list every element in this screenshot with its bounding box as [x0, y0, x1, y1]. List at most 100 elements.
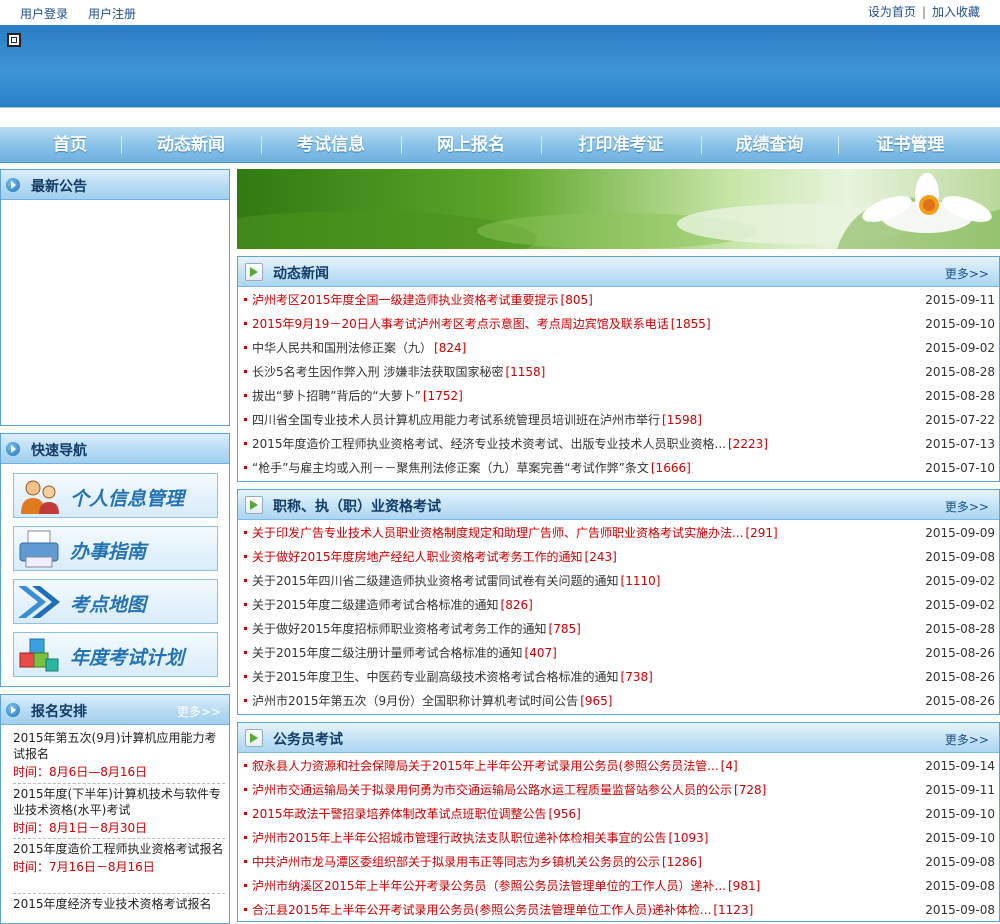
row-title[interactable]: 泸州市2015年上半年公招城市管理行政执法支队职位递补体检相关事宜的公告 [252, 831, 667, 845]
news-row[interactable]: 长沙5名考生因作弊入刑 涉嫌非法获取国家秘密 [1158] 2015-08-28 [244, 360, 995, 384]
personal-info-button[interactable]: 个人信息管理 [13, 473, 218, 518]
news-row[interactable]: 关于2015年四川省二级建造师执业资格考试雷同试卷有关问题的通知 [1110] 20… [244, 569, 995, 593]
guide-button[interactable]: 办事指南 [13, 526, 218, 571]
play-arrow-icon [245, 263, 263, 281]
news-row[interactable]: 拔出“萝卜招聘”背后的“大萝卜” [1752] 2015-08-28 [244, 384, 995, 408]
play-arrow-icon [245, 729, 263, 747]
row-date: 2015-09-10 [925, 807, 995, 821]
set-home-link[interactable]: 设为首页 [868, 5, 916, 19]
news-row[interactable]: 合江县2015年上半年公开考试录用公务员(参照公务员法管理单位工作人员)递补体检… [244, 898, 995, 922]
news-row[interactable]: 2015年政法干警招录培养体制改革试点班职位调整公告 [956] 2015-09-1… [244, 802, 995, 826]
news-row[interactable]: 中共泸州市龙马潭区委组织部关于拟录用韦正等同志为乡镇机关公务员的公示 [1286]… [244, 850, 995, 874]
schedule-item[interactable]: 2015年度(下半年)计算机技术与软件专业技术资格(水平)考试 时间：8月1日－… [13, 783, 225, 836]
annual-plan-button[interactable]: 年度考试计划 [13, 632, 218, 677]
nav-item-certificates[interactable]: 证书管理 [838, 127, 983, 163]
nav-item-news[interactable]: 动态新闻 [121, 127, 261, 163]
row-view-count: [1752] [422, 389, 463, 403]
row-title[interactable]: 关于做好2015年度房地产经纪人职业资格考试考务工作的通知 [252, 550, 583, 564]
bullet-icon [244, 812, 247, 815]
row-title[interactable]: 2015年政法干警招录培养体制改革试点班职位调整公告 [252, 807, 547, 821]
row-view-count: [4] [720, 759, 738, 773]
row-view-count: [1598] [662, 413, 702, 427]
schedule-item-time: 时间：8月1日－8月30日 [13, 821, 148, 835]
row-date: 2015-09-10 [925, 831, 995, 845]
civil-service-title: 公务员考试 [273, 732, 343, 748]
row-title[interactable]: 四川省全国专业技术人员计算机应用能力考试系统管理员培训班在泸州市举行 [252, 413, 660, 427]
row-title[interactable]: 中华人民共和国刑法修正案（九） [252, 341, 432, 355]
schedule-item-name: 2015年度(下半年)计算机技术与软件专业技术资格(水平)考试 [13, 787, 221, 817]
row-title[interactable]: 中共泸州市龙马潭区委组织部关于拟录用韦正等同志为乡镇机关公务员的公示 [252, 855, 660, 869]
news-row[interactable]: 关于做好2015年度招标师职业资格考试考务工作的通知 [785] 2015-08-2… [244, 617, 995, 641]
civil-service-header: 公务员考试 更多>> [238, 723, 999, 753]
exam-map-button[interactable]: 考点地图 [13, 579, 218, 624]
news-row[interactable]: 2015年9月19－20日人事考试泸州考区考点示意图、考点周边宾馆及联系电话 [1… [244, 312, 995, 336]
row-title[interactable]: “枪手”与雇主均或入刑－－聚焦刑法修正案（九）草案完善“考试作弊”条文 [252, 461, 649, 475]
nav-item-scores[interactable]: 成绩查询 [701, 127, 838, 163]
favorite-link[interactable]: 加入收藏 [932, 5, 980, 19]
bullet-icon [244, 466, 247, 469]
news-row[interactable]: 四川省全国专业技术人员计算机应用能力考试系统管理员培训班在泸州市举行 [1598]… [244, 408, 995, 432]
row-title[interactable]: 关于2015年度二级建造师考试合格标准的通知 [252, 598, 499, 612]
bullet-icon [244, 298, 247, 301]
row-title[interactable]: 关于2015年度卫生、中医药专业副高级技术资格考试合格标准的通知 [252, 670, 619, 684]
row-title[interactable]: 泸州市纳溪区2015年上半年公开考录公务员（参照公务员法管理单位的工作人员）递补… [252, 879, 726, 893]
row-view-count: [291] [745, 526, 778, 540]
row-view-count: [965] [580, 694, 613, 708]
news-more-link[interactable]: 更多>> [945, 265, 989, 282]
link-separator: | [921, 5, 926, 19]
nav-item-online-registration[interactable]: 网上报名 [401, 127, 541, 163]
civil-service-more-link[interactable]: 更多>> [945, 731, 989, 748]
nav-item-exam-info[interactable]: 考试信息 [261, 127, 401, 163]
news-row[interactable]: “枪手”与雇主均或入刑－－聚焦刑法修正案（九）草案完善“考试作弊”条文 [1666… [244, 456, 995, 480]
row-title[interactable]: 2015年9月19－20日人事考试泸州考区考点示意图、考点周边宾馆及联系电话 [252, 317, 669, 331]
announcement-header: 最新公告 [1, 170, 229, 200]
row-title[interactable]: 泸州市2015年第五次（9月份）全国职称计算机考试时间公告 [252, 694, 578, 708]
row-title[interactable]: 合江县2015年上半年公开考试录用公务员(参照公务员法管理单位工作人员)递补体检… [252, 903, 711, 917]
quick-nav-header: 快速导航 [1, 434, 229, 464]
news-row[interactable]: 叙永县人力资源和社会保障局关于2015年上半年公开考试录用公务员(参照公务员法管… [244, 754, 995, 778]
news-row[interactable]: 关于做好2015年度房地产经纪人职业资格考试考务工作的通知 [243] 2015-0… [244, 545, 995, 569]
schedule-item[interactable]: 2015年度经济专业技术资格考试报名 [13, 893, 225, 912]
news-row[interactable]: 关于2015年度二级注册计量师考试合格标准的通知 [407] 2015-08-26 [244, 641, 995, 665]
news-row[interactable]: 中华人民共和国刑法修正案（九） [824] 2015-09-02 [244, 336, 995, 360]
schedule-item[interactable]: 2015年度造价工程师执业资格考试报名 时间：7月16日－8月16日 [13, 838, 225, 875]
news-row[interactable]: 泸州市2015年第五次（9月份）全国职称计算机考试时间公告 [965] 2015-0… [244, 689, 995, 713]
row-title[interactable]: 泸州考区2015年度全国一级建造师执业资格考试重要提示 [252, 293, 559, 307]
schedule-more-link[interactable]: 更多>> [177, 703, 221, 720]
row-title[interactable]: 关于做好2015年度招标师职业资格考试考务工作的通知 [252, 622, 547, 636]
row-title[interactable]: 2015年度造价工程师执业资格考试、经济专业技术资考试、出版专业技术人员职业资格… [252, 437, 726, 451]
row-title[interactable]: 关于印发广告专业技术人员职业资格制度规定和助理广告师、广告师职业资格考试实施办法… [252, 526, 743, 540]
site-links: 设为首页 | 加入收藏 [868, 3, 980, 20]
news-row[interactable]: 泸州市交通运输局关于拟录用何勇为市交通运输局公路水运工程质量监督站参公人员的公示… [244, 778, 995, 802]
nav-item-home[interactable]: 首页 [0, 127, 140, 163]
news-row[interactable]: 泸州考区2015年度全国一级建造师执业资格考试重要提示 [805] 2015-09-… [244, 288, 995, 312]
arrow-circle-icon [6, 178, 20, 192]
news-row[interactable]: 关于2015年度卫生、中医药专业副高级技术资格考试合格标准的通知 [738] 201… [244, 665, 995, 689]
bullet-icon [244, 322, 247, 325]
news-row[interactable]: 泸州市纳溪区2015年上半年公开考录公务员（参照公务员法管理单位的工作人员）递补… [244, 874, 995, 898]
qualification-more-link[interactable]: 更多>> [945, 498, 989, 515]
row-title[interactable]: 关于2015年四川省二级建造师执业资格考试雷同试卷有关问题的通知 [252, 574, 619, 588]
row-date: 2015-08-26 [925, 694, 995, 708]
row-title[interactable]: 关于2015年度二级注册计量师考试合格标准的通知 [252, 646, 523, 660]
row-title[interactable]: 叙永县人力资源和社会保障局关于2015年上半年公开考试录用公务员(参照公务员法管… [252, 759, 719, 773]
schedule-item[interactable]: 2015年第五次(9月)计算机应用能力考试报名 时间：8月6日—8月16日 [13, 730, 225, 780]
row-view-count: [243] [584, 550, 617, 564]
login-link[interactable]: 用户登录 [20, 7, 68, 21]
row-title[interactable]: 长沙5名考生因作弊入刑 涉嫌非法获取国家秘密 [252, 365, 503, 379]
schedule-item-name: 2015年第五次(9月)计算机应用能力考试报名 [13, 731, 217, 761]
guide-label: 办事指南 [70, 541, 147, 563]
row-date: 2015-08-26 [925, 646, 995, 660]
news-row[interactable]: 泸州市2015年上半年公招城市管理行政执法支队职位递补体检相关事宜的公告 [109… [244, 826, 995, 850]
news-row[interactable]: 关于印发广告专业技术人员职业资格制度规定和助理广告师、广告师职业资格考试实施办法… [244, 521, 995, 545]
row-view-count: [1286] [662, 855, 702, 869]
register-link[interactable]: 用户注册 [88, 7, 136, 21]
news-row[interactable]: 2015年度造价工程师执业资格考试、经济专业技术资考试、出版专业技术人员职业资格… [244, 432, 995, 456]
news-title: 动态新闻 [273, 266, 329, 282]
row-title[interactable]: 泸州市交通运输局关于拟录用何勇为市交通运输局公路水运工程质量监督站参公人员的公示 [252, 783, 732, 797]
bullet-icon [244, 418, 247, 421]
bullet-icon [244, 651, 247, 654]
row-title[interactable]: 拔出“萝卜招聘”背后的“大萝卜” [252, 389, 421, 403]
news-row[interactable]: 关于2015年度二级建造师考试合格标准的通知 [826] 2015-09-02 [244, 593, 995, 617]
nav-item-print-admission[interactable]: 打印准考证 [541, 127, 701, 163]
